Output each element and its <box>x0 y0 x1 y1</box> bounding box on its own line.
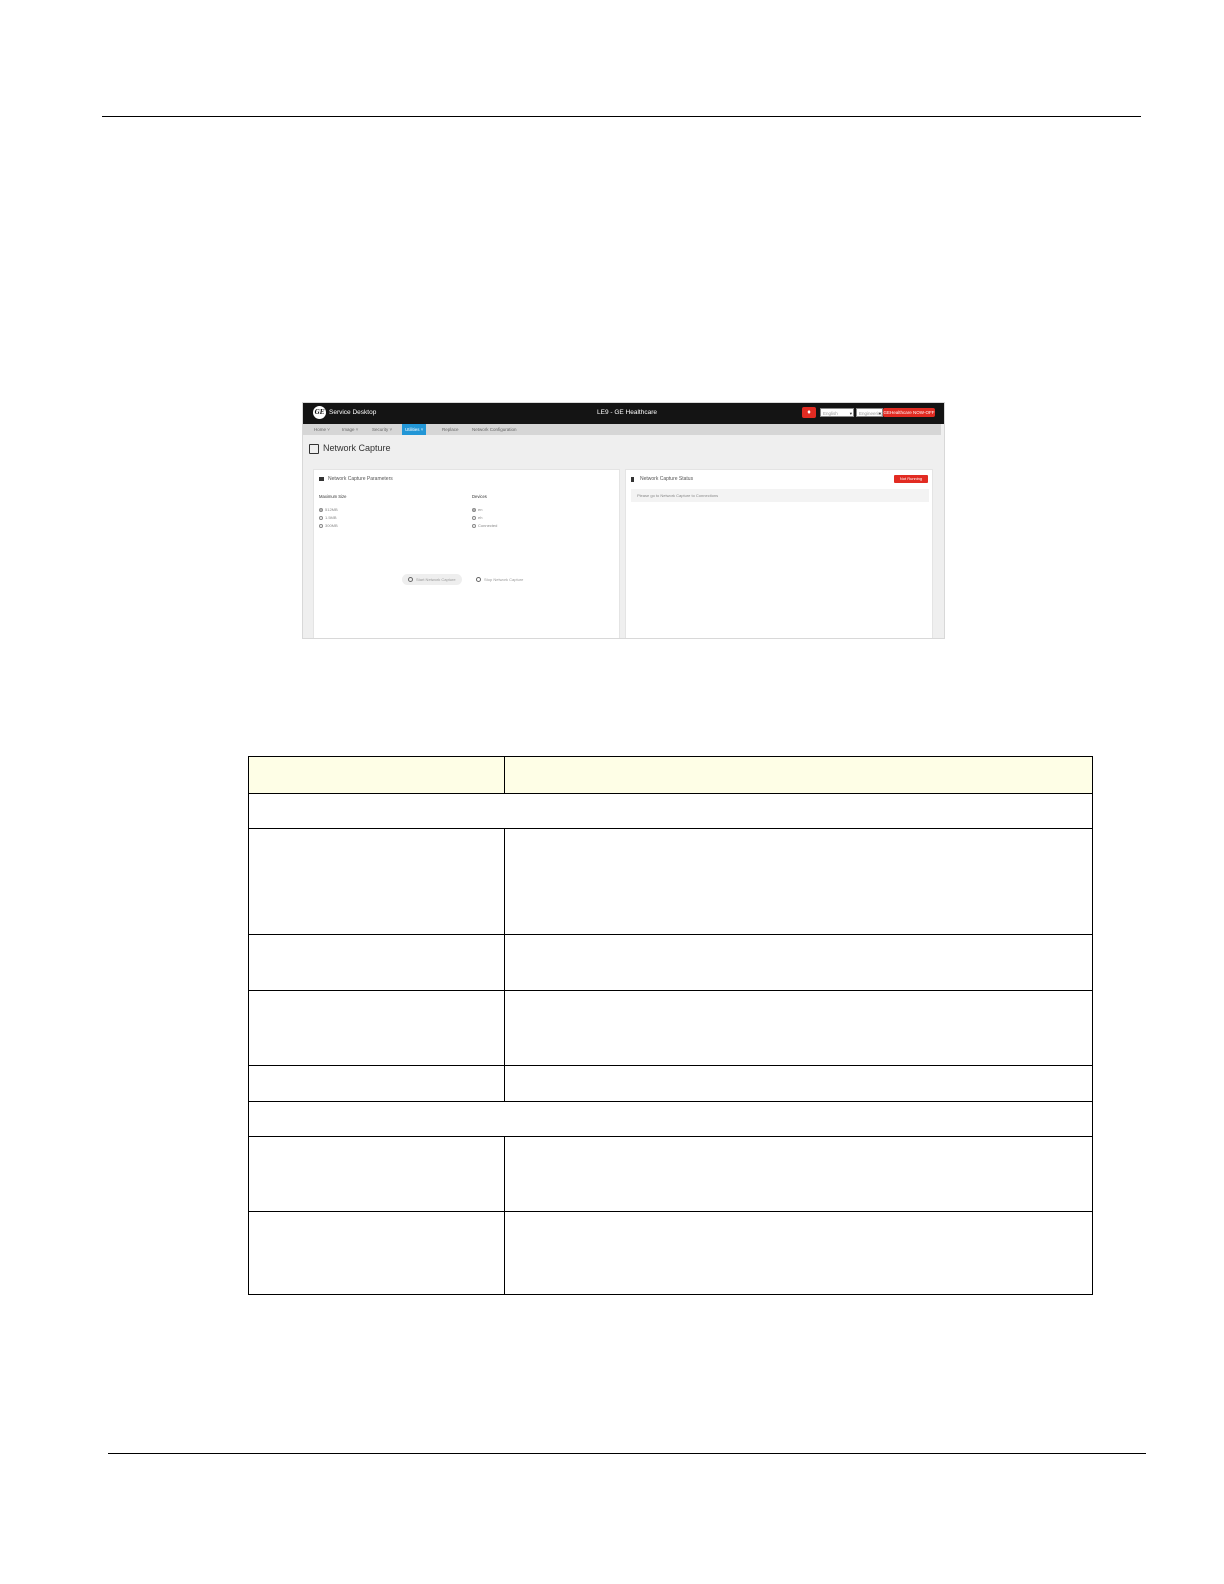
title-bar: GE Service Desktop LE9 - GE Healthcare ♦… <box>303 403 944 424</box>
table-cell <box>248 934 505 991</box>
panel-icon <box>631 477 634 482</box>
chevron-down-icon: ▾ <box>878 411 881 416</box>
radio-label: 1.5MB <box>325 515 337 520</box>
table-section-row <box>248 1101 1093 1137</box>
chevron-down-icon: ▾ <box>849 411 852 416</box>
table-header-cell <box>504 756 1093 794</box>
nav-item-utilities[interactable]: Utilities ˅ <box>402 424 427 435</box>
table-cell <box>504 1211 1093 1295</box>
page-title: Network Capture <box>323 443 391 453</box>
device-radio[interactable]: eh <box>472 515 482 520</box>
status-message: Please go to Network Capture to Connecti… <box>631 489 929 502</box>
panel-title: Network Capture Status <box>640 476 694 482</box>
max-size-radio[interactable]: 512MB <box>319 507 338 512</box>
stop-icon <box>476 577 481 583</box>
language-select[interactable]: English ▾ <box>820 408 854 417</box>
stop-capture-label: Stop Network Capture <box>484 577 524 582</box>
table-cell <box>248 793 1093 829</box>
ge-logo: GE <box>313 406 326 419</box>
header-rule <box>102 116 1141 117</box>
nav-item-image[interactable]: Image ˅ <box>339 424 361 435</box>
nav-item-label: Utilities <box>405 427 420 432</box>
panel-title: Network Capture Parameters <box>328 476 393 482</box>
table-header-row <box>248 756 1093 794</box>
nav-item-label: Home <box>314 427 327 432</box>
table-cell <box>504 1136 1093 1212</box>
play-icon <box>408 577 413 583</box>
status-badge[interactable]: Not Running <box>894 475 928 483</box>
radio-label: Connected <box>478 523 498 528</box>
nav-item-label: Network Configuration <box>472 427 517 432</box>
role-select[interactable]: Engineering ▾ <box>856 408 883 417</box>
table-cell <box>248 1136 505 1212</box>
radio-label: en <box>478 507 483 512</box>
nav-item-label: Image <box>342 427 355 432</box>
table-cell <box>248 990 505 1066</box>
table-cell <box>248 828 505 935</box>
table-row <box>248 990 1093 1066</box>
table-row <box>248 934 1093 991</box>
table-row <box>248 1065 1093 1102</box>
language-select-value: English <box>823 411 838 416</box>
radio-label: 512MB <box>325 507 338 512</box>
device-radio[interactable]: en <box>472 507 482 512</box>
table-cell <box>504 828 1093 935</box>
nav-item-label: Replace <box>442 427 459 432</box>
footer-rule <box>108 1453 1146 1454</box>
table-cell <box>248 1101 1093 1137</box>
nav-bar: Home ˅ Image ˅ Security ˅ Utilities ˅ Re… <box>303 424 941 435</box>
table-row <box>248 828 1093 935</box>
devices-label: Devices <box>472 494 487 499</box>
max-size-label: Maximum Size <box>319 494 347 499</box>
radio-label: 300MB <box>325 523 338 528</box>
table-section-row <box>248 793 1093 829</box>
radio-label: eh <box>478 515 483 520</box>
max-size-radio[interactable]: 1.5MB <box>319 515 337 520</box>
network-capture-icon <box>309 444 319 454</box>
start-capture-button[interactable]: Start Network Capture <box>402 574 462 585</box>
panel-icon <box>319 477 324 481</box>
table-cell <box>504 1065 1093 1102</box>
nav-item-network-configuration[interactable]: Network Configuration <box>469 424 520 435</box>
stop-capture-button[interactable]: Stop Network Capture <box>470 574 529 585</box>
start-capture-label: Start Network Capture <box>416 577 456 582</box>
nav-item-replace[interactable]: Replace <box>439 424 462 435</box>
table-row <box>248 1136 1093 1212</box>
nav-item-security[interactable]: Security ˅ <box>369 424 395 435</box>
max-size-radio[interactable]: 300MB <box>319 523 338 528</box>
window-title: LE9 - GE Healthcare <box>597 409 657 416</box>
table-cell <box>248 1211 505 1295</box>
app-name: Service Desktop <box>329 409 377 416</box>
user-badge[interactable]: GEHealthcare NOW-OFF <box>883 408 935 417</box>
table-header-cell <box>248 756 505 794</box>
table-cell <box>504 990 1093 1066</box>
capture-status-panel: Network Capture Status Not Running Pleas… <box>625 469 933 638</box>
nav-item-label: Security <box>372 427 389 432</box>
parameters-table <box>248 756 1093 1295</box>
table-cell <box>248 1065 505 1102</box>
nav-item-home[interactable]: Home ˅ <box>311 424 333 435</box>
bell-icon[interactable]: ♦ <box>802 407 816 418</box>
service-desktop-screenshot: GE Service Desktop LE9 - GE Healthcare ♦… <box>302 402 945 639</box>
device-radio[interactable]: Connected <box>472 523 497 528</box>
table-row <box>248 1211 1093 1295</box>
capture-parameters-panel: Network Capture Parameters Maximum Size … <box>313 469 620 638</box>
table-cell <box>504 934 1093 991</box>
